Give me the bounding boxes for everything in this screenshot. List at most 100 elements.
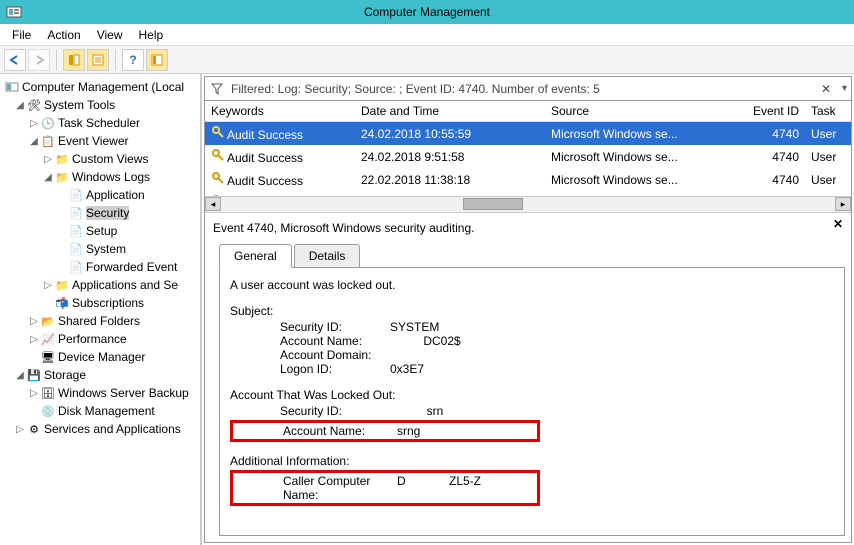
scroll-right-icon[interactable]: ▸ [835,197,851,211]
tree-shared-folders[interactable]: ▷📂Shared Folders [0,312,200,330]
col-datetime[interactable]: Date and Time [355,101,545,121]
log-icon: 📄 [68,259,84,275]
detail-tabs: General Details [219,243,845,268]
filter-dropdown-icon[interactable]: ▾ [842,83,847,94]
menu-help[interactable]: Help [133,26,170,44]
window-title: Computer Management [364,5,490,19]
addl-heading: Additional Information: [230,454,834,468]
col-task[interactable]: Task [805,101,845,121]
grid-body[interactable]: Audit Success 24.02.2018 10:55:59 Micros… [205,122,851,196]
scroll-left-icon[interactable]: ◂ [205,197,221,211]
expand-icon[interactable]: ▷ [42,154,54,165]
subs-icon: 📬 [54,295,70,311]
log-icon: 📄 [68,223,84,239]
locked-heading: Account That Was Locked Out: [230,388,834,402]
tree-task-scheduler[interactable]: ▷🕒Task Scheduler [0,114,200,132]
collapse-icon[interactable]: ◢ [42,172,54,183]
close-icon[interactable]: ✕ [833,217,843,231]
properties-button[interactable] [87,49,109,71]
folder-icon: 📁 [54,151,70,167]
device-icon: 🖥 [40,349,56,365]
app-icon [6,4,22,20]
event-grid: Keywords Date and Time Source Event ID T… [205,101,851,213]
col-eventid[interactable]: Event ID [745,101,805,121]
forward-button[interactable] [28,49,50,71]
tree-event-viewer[interactable]: ◢📋Event Viewer [0,132,200,150]
detail-body: A user account was locked out. Subject: … [219,268,845,536]
folder-icon: 📁 [54,277,70,293]
tree-log-system[interactable]: ·📄System [0,240,200,258]
expand-icon[interactable]: ▷ [28,388,40,399]
grid-row[interactable]: Audit Success 24.02.2018 10:55:59 Micros… [205,122,851,145]
tree-pane: Computer Management (Local ◢🛠System Tool… [0,74,202,545]
tree-log-security[interactable]: ·📄Security [0,204,200,222]
subject-heading: Subject: [230,304,834,318]
menu-file[interactable]: File [6,26,37,44]
tree-storage[interactable]: ◢💾Storage [0,366,200,384]
tab-details[interactable]: Details [294,244,361,268]
detail-title: Event 4740, Microsoft Windows security a… [211,219,845,243]
key-icon [211,125,225,139]
backup-icon: 🗄 [40,385,56,401]
collapse-icon[interactable]: ◢ [14,100,26,111]
content-pane: Filtered: Log: Security; Source: ; Event… [204,76,852,543]
col-source[interactable]: Source [545,101,745,121]
refresh-button[interactable] [146,49,168,71]
tree-log-application[interactable]: ·📄Application [0,186,200,204]
shared-icon: 📂 [40,313,56,329]
expand-icon[interactable]: ▷ [28,118,40,129]
back-button[interactable] [4,49,26,71]
tree-wsb[interactable]: ▷🗄Windows Server Backup [0,384,200,402]
tree-custom-views[interactable]: ▷📁Custom Views [0,150,200,168]
scroll-thumb[interactable] [463,198,523,210]
tree-services-apps[interactable]: ▷⚙Services and Applications [0,420,200,438]
folder-icon: 📁 [54,169,70,185]
perf-icon: 📈 [40,331,56,347]
grid-row[interactable]: Audit Success 24.02.2018 9:51:58 Microso… [205,145,851,168]
tree-log-forwarded[interactable]: ·📄Forwarded Event [0,258,200,276]
tree-system-tools[interactable]: ◢🛠System Tools [0,96,200,114]
expand-icon[interactable]: ▷ [42,280,54,291]
clear-filter-button[interactable]: ✕ [821,82,831,96]
log-icon: 📄 [68,187,84,203]
menubar: File Action View Help [0,24,854,46]
tree-log-setup[interactable]: ·📄Setup [0,222,200,240]
highlight-caller-computer: Caller Computer Name:D ZL5-Z [230,470,540,506]
clock-icon: 🕒 [40,115,56,131]
expand-icon[interactable]: ▷ [28,334,40,345]
menu-view[interactable]: View [91,26,129,44]
log-icon: 📄 [68,241,84,257]
storage-icon: 💾 [26,367,42,383]
event-message: A user account was locked out. [230,278,834,292]
show-hide-tree-button[interactable] [63,49,85,71]
tree-device-manager[interactable]: ·🖥Device Manager [0,348,200,366]
col-keywords[interactable]: Keywords [205,101,355,121]
tree-windows-logs[interactable]: ◢📁Windows Logs [0,168,200,186]
horizontal-scrollbar[interactable]: ◂ ▸ [205,196,851,212]
services-icon: ⚙ [26,421,42,437]
tools-icon: 🛠 [26,97,42,113]
tree-apps-services[interactable]: ▷📁Applications and Se [0,276,200,294]
titlebar: Computer Management [0,0,854,24]
tree-root[interactable]: Computer Management (Local [0,78,200,96]
tree-performance[interactable]: ▷📈Performance [0,330,200,348]
grid-header: Keywords Date and Time Source Event ID T… [205,101,851,122]
collapse-icon[interactable]: ◢ [28,136,40,147]
expand-icon[interactable]: ▷ [14,424,26,435]
funnel-icon [209,83,225,95]
menu-action[interactable]: Action [41,26,86,44]
collapse-icon[interactable]: ◢ [14,370,26,381]
detail-pane: Event 4740, Microsoft Windows security a… [205,213,851,542]
log-icon: 📄 [68,205,84,221]
filter-text: Filtered: Log: Security; Source: ; Event… [231,82,600,96]
filter-bar: Filtered: Log: Security; Source: ; Event… [205,77,851,101]
grid-row[interactable]: Audit Success 22.02.2018 11:38:18 Micros… [205,168,851,191]
tree-disk-mgmt[interactable]: ·💿Disk Management [0,402,200,420]
help-button[interactable]: ? [122,49,144,71]
key-icon [211,148,225,162]
toolbar: ? [0,46,854,74]
disk-icon: 💿 [40,403,56,419]
expand-icon[interactable]: ▷ [28,316,40,327]
tree-subscriptions[interactable]: ·📬Subscriptions [0,294,200,312]
tab-general[interactable]: General [219,244,292,268]
